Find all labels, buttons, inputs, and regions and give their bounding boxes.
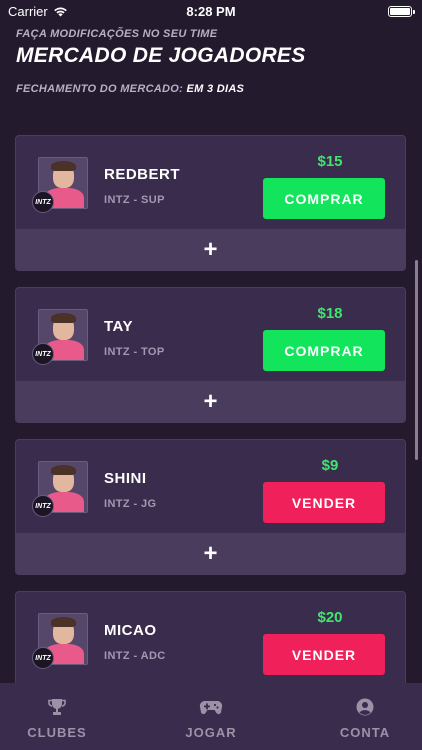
trophy-icon	[48, 699, 66, 715]
battery-icon	[388, 5, 415, 17]
expand-button[interactable]: +	[16, 533, 405, 574]
team-logo: INTZ	[32, 343, 54, 365]
status-bar: Carrier 8:28 PM	[0, 0, 422, 22]
player-card: INTZ REDBERT INTZ - SUP $15 COMPRAR +	[15, 135, 406, 271]
closing-label: FECHAMENTO DO MERCADO:	[16, 83, 184, 95]
player-price: $9	[321, 457, 339, 474]
player-list[interactable]: INTZ REDBERT INTZ - SUP $15 COMPRAR + IN…	[0, 135, 422, 683]
sell-button[interactable]: VENDER	[263, 482, 385, 523]
team-logo: INTZ	[32, 191, 54, 213]
sell-button[interactable]: VENDER	[263, 634, 385, 675]
player-team-role: INTZ - TOP	[104, 346, 165, 358]
tab-label: JOGAR	[185, 725, 237, 740]
gamepad-icon	[199, 701, 223, 715]
user-circle-icon	[356, 698, 374, 716]
player-card: INTZ TAY INTZ - TOP $18 COMPRAR +	[15, 287, 406, 423]
carrier-label: Carrier	[8, 3, 48, 19]
wifi-icon	[53, 7, 67, 16]
status-left: Carrier	[8, 4, 68, 19]
tab-clubes[interactable]: CLUBES	[22, 683, 92, 750]
expand-button[interactable]: +	[16, 229, 405, 270]
market-header: FAÇA MODIFICAÇÕES NO SEU TIME MERCADO DE…	[16, 28, 406, 95]
player-price: $20	[317, 609, 343, 626]
tab-jogar[interactable]: JOGAR	[176, 683, 246, 750]
player-name: MICAO	[104, 622, 157, 639]
player-team-role: INTZ - JG	[104, 498, 157, 510]
player-name: REDBERT	[104, 166, 181, 183]
tab-bar: CLUBES JOGAR CONTA	[0, 683, 422, 750]
player-team-role: INTZ - ADC	[104, 650, 166, 662]
scrollbar[interactable]	[415, 260, 418, 460]
page-subtitle: FAÇA MODIFICAÇÕES NO SEU TIME	[16, 28, 218, 40]
player-card: INTZ MICAO INTZ - ADC $20 VENDER +	[15, 591, 406, 683]
player-card: INTZ SHINI INTZ - JG $9 VENDER +	[15, 439, 406, 575]
tab-label: CONTA	[339, 725, 391, 740]
team-logo: INTZ	[32, 647, 54, 669]
tab-conta[interactable]: CONTA	[330, 683, 400, 750]
player-price: $15	[317, 153, 343, 170]
buy-button[interactable]: COMPRAR	[263, 178, 385, 219]
expand-button[interactable]: +	[16, 381, 405, 422]
player-name: SHINI	[104, 470, 147, 487]
player-name: TAY	[104, 318, 134, 335]
page-title: MERCADO DE JOGADORES	[16, 44, 306, 67]
tab-label: CLUBES	[27, 725, 87, 740]
buy-button[interactable]: COMPRAR	[263, 330, 385, 371]
player-price: $18	[317, 305, 343, 322]
player-team-role: INTZ - SUP	[104, 194, 165, 206]
closing-value: EM 3 DIAS	[186, 83, 245, 95]
market-closing: FECHAMENTO DO MERCADO: EM 3 DIAS	[16, 83, 406, 95]
team-logo: INTZ	[32, 495, 54, 517]
